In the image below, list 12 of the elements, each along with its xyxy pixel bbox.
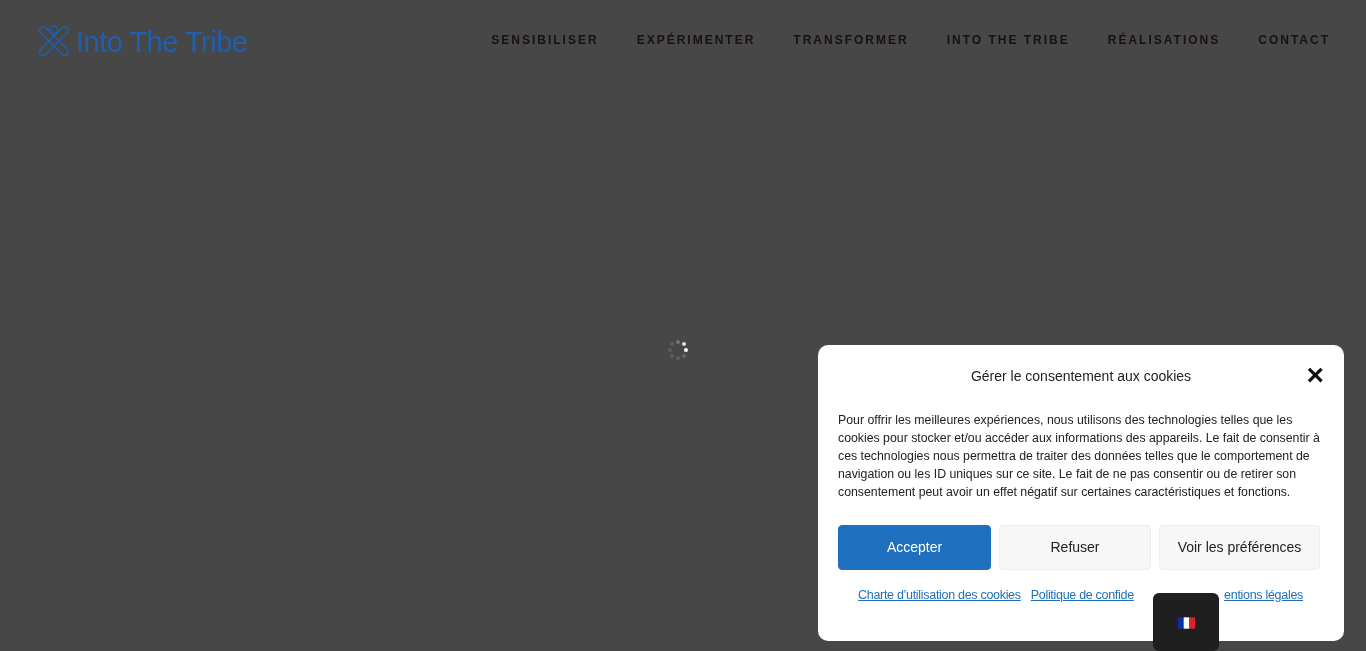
consent-button[interactable]: Refuser bbox=[999, 525, 1151, 570]
policy-link[interactable]: Charte d’utilisation des cookies bbox=[858, 586, 1021, 605]
policy-link[interactable]: entions légales bbox=[1224, 586, 1303, 605]
policy-link[interactable]: Politique de confide bbox=[1030, 586, 1134, 605]
loading-spinner-icon bbox=[667, 339, 689, 361]
consent-button[interactable]: Voir les préférences bbox=[1159, 525, 1320, 570]
dialog-title: Gérer le consentement aux cookies bbox=[970, 367, 1192, 386]
consent-text: Pour offrir les meilleures expériences, nous utilisons des technologies telles que les cookies pour stocker et/ou accéder aux informations des appareils. Le fait de consentir à ces technologies nous permettra de traiter des données telles que le comportement de navigation ou les ID uniques sur ce site. Le fait de ne pas consentir ou de retirer son consentement peut avoir un effet négatif sur certaines caractéristiques et fonctions. bbox=[838, 412, 1321, 501]
close-button[interactable]: × bbox=[1306, 365, 1324, 385]
language-switcher[interactable] bbox=[1153, 593, 1219, 651]
consent-button[interactable]: Accepter bbox=[838, 525, 991, 570]
flag-icon bbox=[1178, 617, 1195, 629]
